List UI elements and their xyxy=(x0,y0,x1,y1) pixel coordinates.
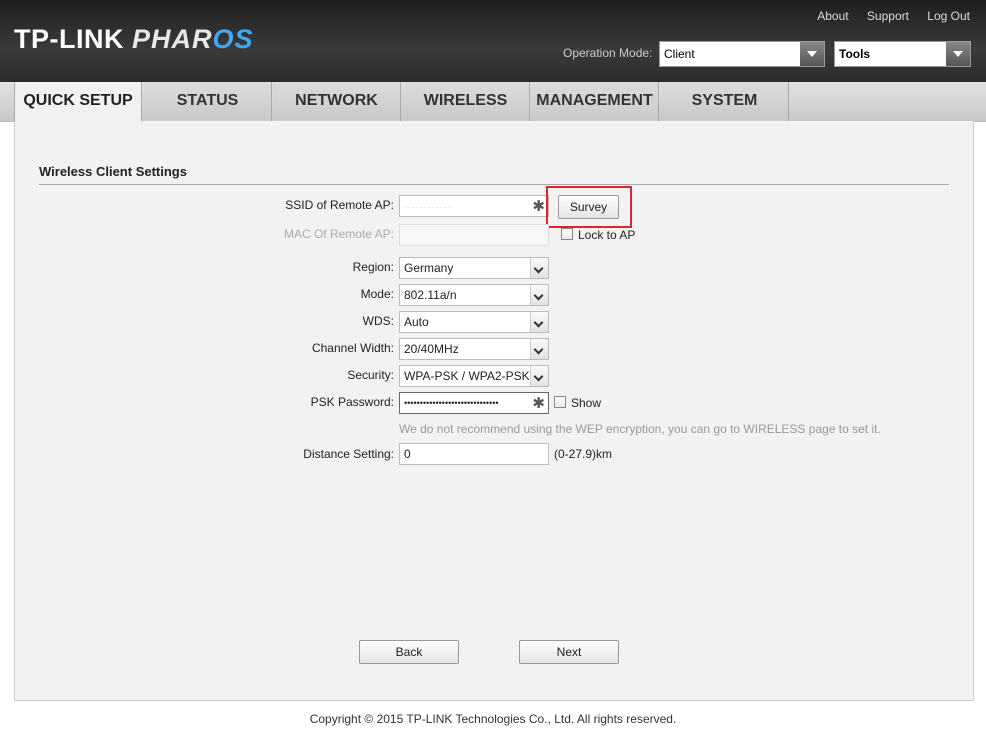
distance-label: Distance Setting: xyxy=(303,447,394,461)
chevron-down-icon xyxy=(530,366,548,386)
tab-network[interactable]: NETWORK xyxy=(273,82,401,122)
region-value: Germany xyxy=(404,261,454,275)
channel-width-label: Channel Width: xyxy=(311,341,394,355)
lock-to-ap-checkbox[interactable] xyxy=(561,228,573,240)
mac-label: MAC Of Remote AP: xyxy=(283,227,394,241)
mac-input[interactable] xyxy=(399,224,549,246)
mode-select[interactable]: 802.11a/n xyxy=(399,284,549,306)
region-label: Region: xyxy=(352,260,394,274)
survey-button[interactable]: Survey xyxy=(558,195,619,219)
security-select[interactable]: WPA-PSK / WPA2-PSK xyxy=(399,365,549,387)
section-divider xyxy=(39,184,949,185)
tab-system[interactable]: SYSTEM xyxy=(661,82,789,122)
tab-management[interactable]: MANAGEMENT xyxy=(531,82,659,122)
top-links: About Support Log Out xyxy=(802,9,970,23)
chevron-down-icon xyxy=(530,285,548,305)
operation-mode-value: Client xyxy=(664,47,695,61)
psk-value: •••••••••••••••••••••••••••••• xyxy=(404,398,499,408)
wds-label: WDS: xyxy=(362,314,394,328)
ssid-input[interactable]: ············ ✱ xyxy=(399,195,549,217)
ssid-value: ············ xyxy=(404,202,452,212)
required-asterisk-icon: ✱ xyxy=(532,394,545,412)
security-value: WPA-PSK / WPA2-PSK xyxy=(404,369,530,383)
required-asterisk-icon: ✱ xyxy=(532,198,545,215)
brand-logo: TP-LINK PHAROS xyxy=(14,24,254,55)
main-nav: QUICK SETUP STATUS NETWORK WIRELESS MANA… xyxy=(0,82,986,123)
back-button[interactable]: Back xyxy=(359,640,459,664)
operation-mode-label: Operation Mode: xyxy=(563,46,653,60)
chevron-down-icon xyxy=(800,42,824,66)
region-select[interactable]: Germany xyxy=(399,257,549,279)
header-bar: TP-LINK PHAROS About Support Log Out Oper… xyxy=(0,0,986,82)
chevron-down-icon xyxy=(530,258,548,278)
product-name: PHAROS xyxy=(131,24,254,54)
channel-width-select[interactable]: 20/40MHz xyxy=(399,338,549,360)
operation-mode-select[interactable]: Client xyxy=(659,41,825,67)
mode-label: Mode: xyxy=(360,287,394,301)
brand-text: TP-LINK xyxy=(14,24,124,54)
tools-value: Tools xyxy=(839,47,871,61)
distance-value: 0 xyxy=(404,447,411,461)
ssid-label: SSID of Remote AP: xyxy=(285,198,394,212)
wds-select[interactable]: Auto xyxy=(399,311,549,333)
psk-password-input[interactable]: •••••••••••••••••••••••••••••• ✱ xyxy=(399,392,549,414)
lock-to-ap-label: Lock to AP xyxy=(578,228,636,242)
tools-select[interactable]: Tools xyxy=(834,41,971,67)
chevron-down-icon xyxy=(530,339,548,359)
wds-value: Auto xyxy=(404,315,429,329)
content-panel: Wireless Client Settings SSID of Remote … xyxy=(14,121,974,701)
security-label: Security: xyxy=(347,368,394,382)
section-title: Wireless Client Settings xyxy=(39,164,187,179)
support-link[interactable]: Support xyxy=(867,9,909,23)
mode-value: 802.11a/n xyxy=(404,288,457,302)
tab-quick-setup[interactable]: QUICK SETUP xyxy=(14,82,142,123)
distance-input[interactable]: 0 xyxy=(399,443,549,465)
chevron-down-icon xyxy=(946,42,970,66)
next-button[interactable]: Next xyxy=(519,640,619,664)
show-password-checkbox[interactable] xyxy=(554,396,566,408)
wep-hint: We do not recommend using the WEP encryp… xyxy=(399,422,881,436)
psk-label: PSK Password: xyxy=(310,395,394,409)
tab-status[interactable]: STATUS xyxy=(144,82,272,122)
footer-copyright: Copyright © 2015 TP-LINK Technologies Co… xyxy=(309,712,677,726)
show-password-label: Show xyxy=(571,396,602,410)
channel-width-value: 20/40MHz xyxy=(404,342,459,356)
about-link[interactable]: About xyxy=(817,9,848,23)
chevron-down-icon xyxy=(530,312,548,332)
tab-wireless[interactable]: WIRELESS xyxy=(402,82,530,122)
logout-link[interactable]: Log Out xyxy=(927,9,970,23)
distance-unit: (0-27.9)km xyxy=(554,447,613,461)
